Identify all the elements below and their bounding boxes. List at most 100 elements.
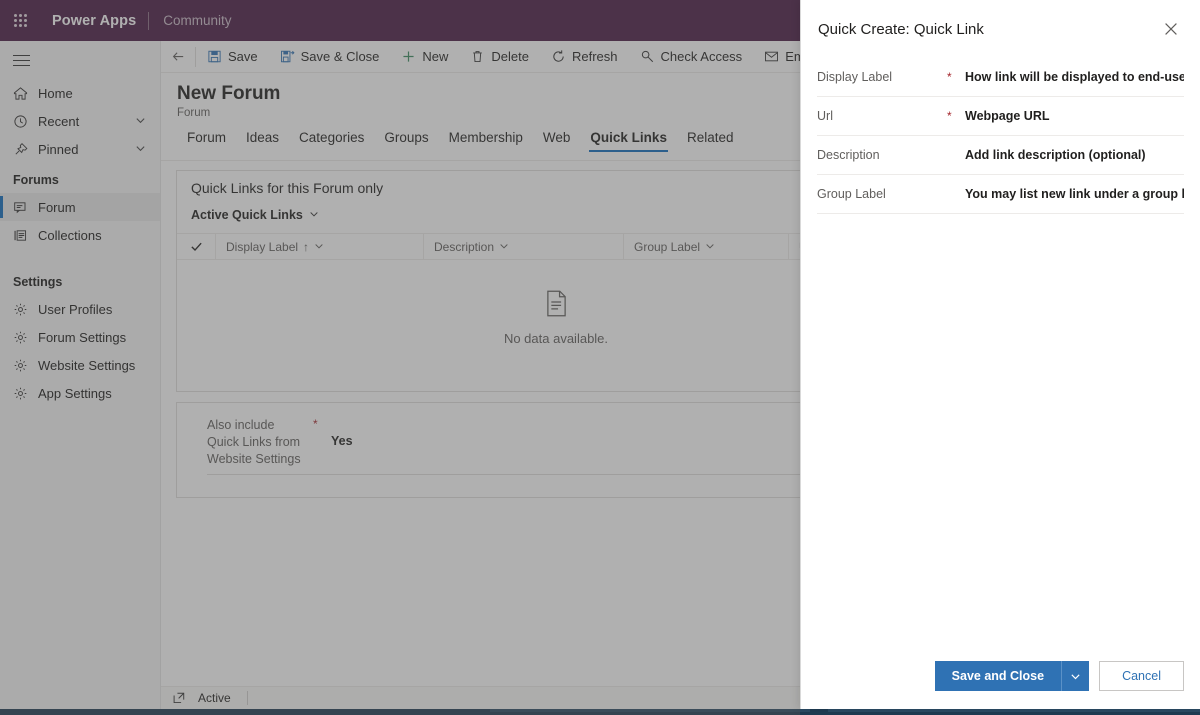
tab-membership[interactable]: Membership [439, 130, 533, 152]
field-value[interactable]: Yes [331, 417, 353, 468]
column-header-description[interactable]: Description [423, 233, 623, 260]
panel-header: Quick Create: Quick Link [801, 0, 1200, 58]
field-display-label: Display Label * [817, 58, 1184, 97]
sidebar-item-label: Pinned [38, 141, 79, 157]
back-arrow-icon[interactable] [161, 49, 195, 64]
quick-create-panel: Quick Create: Quick Link Display Label *… [800, 0, 1200, 709]
sidebar-item-collections[interactable]: Collections [0, 221, 160, 249]
save-and-close-button[interactable]: Save & Close [269, 41, 391, 72]
sidebar-item-label: Website Settings [38, 357, 136, 373]
tab-forum[interactable]: Forum [177, 130, 236, 152]
column-label: Display Label [226, 239, 299, 254]
bottom-accent-bar [0, 709, 1200, 715]
save-button[interactable]: Save [196, 41, 269, 72]
home-icon [13, 86, 38, 101]
empty-state-text: No data available. [503, 330, 609, 346]
field-group-label: Group Label [817, 175, 1184, 214]
new-button[interactable]: New [390, 41, 459, 72]
check-access-button[interactable]: Check Access [629, 41, 754, 72]
sidebar-item-user-profiles[interactable]: User Profiles [0, 295, 160, 323]
sidebar: Home Recent Pinned Forums Forum Collecti… [0, 41, 161, 715]
save-and-close-button[interactable]: Save and Close [934, 661, 1090, 691]
delete-button[interactable]: Delete [459, 41, 540, 72]
command-label: New [422, 49, 449, 64]
sidebar-group-forums: Forums [13, 173, 59, 187]
sidebar-group-settings: Settings [13, 275, 63, 289]
bottom-accent-segment [828, 709, 1200, 712]
sidebar-item-website-settings[interactable]: Website Settings [0, 351, 160, 379]
command-label: Check Access [660, 49, 743, 64]
column-label: Group Label [634, 239, 701, 254]
sidebar-item-home[interactable]: Home [0, 79, 160, 107]
panel-title: Quick Create: Quick Link [818, 20, 984, 38]
group-label-input[interactable] [965, 187, 1184, 201]
cancel-button[interactable]: Cancel [1099, 661, 1184, 691]
view-selector-label: Active Quick Links [191, 208, 303, 222]
command-label: Save & Close [300, 49, 380, 64]
chevron-down-icon[interactable] [499, 240, 509, 254]
field-label: Description [817, 148, 880, 162]
environment-label[interactable]: Community [149, 13, 245, 28]
status-divider [246, 691, 248, 705]
column-header-group-label[interactable]: Group Label [623, 233, 788, 260]
field-label: Also include Quick Links from Website Se… [207, 418, 301, 466]
sidebar-item-label: App Settings [38, 385, 112, 401]
sidebar-item-forum-settings[interactable]: Forum Settings [0, 323, 160, 351]
field-label: Group Label [817, 187, 886, 201]
required-indicator: * [947, 70, 952, 84]
column-header-display-label[interactable]: Display Label ↑ [215, 233, 423, 260]
gear-icon [13, 330, 38, 345]
sidebar-item-app-settings[interactable]: App Settings [0, 379, 160, 407]
sidebar-item-label: Home [38, 85, 73, 101]
required-indicator: * [313, 417, 318, 431]
field-underline [207, 474, 830, 475]
refresh-button[interactable]: Refresh [540, 41, 629, 72]
sidebar-item-recent[interactable]: Recent [0, 107, 160, 135]
url-input[interactable] [965, 109, 1184, 123]
gear-icon [13, 358, 38, 373]
tab-web[interactable]: Web [533, 130, 581, 152]
display-label-input[interactable] [965, 70, 1184, 84]
app-root: Power Apps Community Home Recent Pinned … [0, 0, 1200, 715]
hamburger-icon[interactable] [0, 41, 160, 79]
column-label: Description [434, 239, 495, 254]
tab-groups[interactable]: Groups [374, 130, 438, 152]
sidebar-item-label: User Profiles [38, 301, 113, 317]
tab-quick-links[interactable]: Quick Links [580, 130, 677, 152]
record-state-label: Active [198, 691, 231, 705]
tab-ideas[interactable]: Ideas [236, 130, 289, 152]
open-record-icon[interactable] [161, 691, 198, 705]
required-indicator: * [947, 109, 952, 123]
close-icon[interactable] [1156, 14, 1186, 44]
view-selector[interactable]: Active Quick Links [191, 208, 319, 222]
chevron-down-icon[interactable] [314, 240, 324, 254]
app-launcher-icon[interactable] [0, 14, 40, 27]
chevron-down-icon[interactable] [135, 142, 146, 157]
clock-icon [13, 114, 38, 129]
sidebar-item-label: Recent [38, 113, 80, 129]
chevron-down-icon[interactable] [135, 114, 146, 129]
chevron-down-icon [309, 208, 319, 222]
field-label: Url [817, 109, 833, 123]
checkmark-icon[interactable] [177, 240, 215, 253]
forum-icon [13, 200, 38, 215]
tab-categories[interactable]: Categories [289, 130, 374, 152]
tab-related[interactable]: Related [677, 130, 744, 152]
sidebar-item-pinned[interactable]: Pinned [0, 135, 160, 163]
sidebar-item-forum[interactable]: Forum [0, 193, 160, 221]
field-label: Display Label [817, 70, 893, 84]
sidebar-item-label: Collections [38, 227, 102, 243]
gear-icon [13, 386, 38, 401]
description-input[interactable] [965, 148, 1184, 162]
bottom-accent-segment [490, 709, 810, 712]
sidebar-item-label: Forum Settings [38, 329, 127, 345]
command-label: Refresh [572, 49, 618, 64]
collections-icon [13, 228, 38, 243]
chevron-down-icon[interactable] [1061, 661, 1089, 691]
command-label: Save [228, 49, 258, 64]
sidebar-item-label: Forum [38, 199, 76, 215]
chevron-down-icon[interactable] [705, 240, 715, 254]
panel-form: Display Label * Url * Description Group … [801, 58, 1200, 643]
brand-label[interactable]: Power Apps [40, 13, 148, 29]
